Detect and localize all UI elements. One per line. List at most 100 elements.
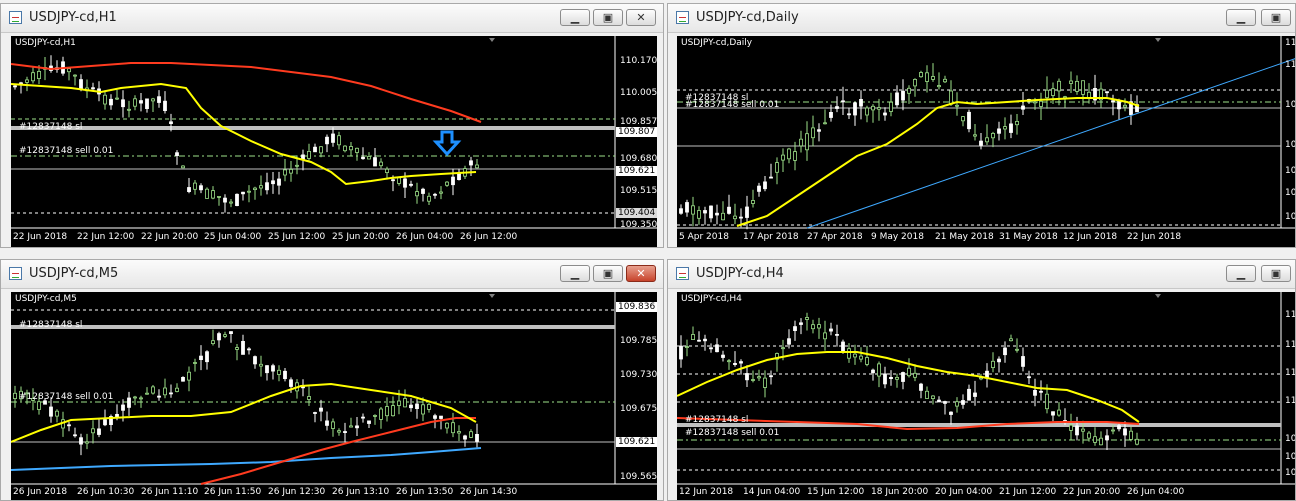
candle-body <box>871 369 875 374</box>
chart-window-h4[interactable]: USDJPY-cd,H4 ▁ ▣ USDJPY-cd,H4 #12837148 … <box>667 259 1296 501</box>
candle-body <box>1105 435 1109 441</box>
candle-body <box>259 363 263 367</box>
candle-body <box>211 340 215 345</box>
candle-body <box>67 424 71 427</box>
candle-body <box>853 102 857 116</box>
price-label: 10 <box>1285 434 1296 444</box>
price-chart[interactable]: USDJPY-cd,H4 #12837148 sl #12837148 sell… <box>677 292 1296 500</box>
window-title: USDJPY-cd,H4 <box>696 266 784 281</box>
candle-body <box>943 78 947 83</box>
candle-body <box>931 76 935 80</box>
price-label: 109.675 <box>620 404 657 414</box>
candle-body <box>853 353 857 358</box>
price-chart[interactable]: USDJPY-cd,Daily #12837148 sl #12837148 s… <box>677 36 1295 247</box>
candle-body <box>709 205 713 219</box>
close-button[interactable]: ✕ <box>626 9 656 26</box>
time-label: 18 Jun 20:00 <box>871 487 929 497</box>
time-label: 21 May 2018 <box>935 232 994 242</box>
maximize-button[interactable]: ▣ <box>1261 9 1291 26</box>
candle-body <box>1003 126 1007 130</box>
minimize-button[interactable]: ▁ <box>560 9 590 26</box>
candle-body <box>829 328 833 332</box>
order-sl-label: #12837148 sl <box>19 122 83 132</box>
candle-body <box>1129 430 1133 440</box>
order-sl-label: #12837148 sl <box>19 320 83 330</box>
candle-body <box>997 358 1001 363</box>
candle-body <box>403 398 407 408</box>
time-label: 22 Jun 2018 <box>13 232 68 242</box>
candle-body <box>445 422 449 429</box>
candle-body <box>997 128 1001 134</box>
candle-body <box>1111 100 1115 103</box>
candle-body <box>769 176 773 179</box>
chart-symbol-label: USDJPY-cd,M5 <box>15 294 77 304</box>
candle-body <box>799 322 803 325</box>
candle-body <box>259 185 263 189</box>
price-chart[interactable]: USDJPY-cd,M5 #12837148 sl #12837148 sell… <box>11 292 657 500</box>
price-chart[interactable]: USDJPY-cd,H1 #12837148 sl #12837148 sell… <box>11 36 657 247</box>
candle-body <box>313 412 317 414</box>
candle-body <box>961 400 965 405</box>
candle-body <box>859 99 863 107</box>
chart-window-h1[interactable]: USDJPY-cd,H1 ▁ ▣ ✕ USDJPY-cd,H1 #1283714… <box>0 3 664 248</box>
price-label: 109.857 <box>620 117 657 127</box>
candle-body <box>229 331 233 334</box>
candle-body <box>679 208 683 214</box>
candle-body <box>265 365 269 374</box>
candle-body <box>229 201 233 204</box>
maximize-button[interactable]: ▣ <box>593 265 623 282</box>
candle-body <box>823 332 827 340</box>
title-bar[interactable]: USDJPY-cd,M5 ▁ ▣ ✕ <box>1 260 663 289</box>
chart-window-m5[interactable]: USDJPY-cd,M5 ▁ ▣ ✕ USDJPY-cd,M5 #1283714… <box>0 259 664 501</box>
candle-body <box>379 161 383 167</box>
candle-body <box>847 113 851 116</box>
candle-body <box>397 400 401 406</box>
window-title: USDJPY-cd,Daily <box>696 10 799 25</box>
candle-body <box>409 183 413 186</box>
chart-canvas <box>11 36 657 229</box>
close-button[interactable]: ✕ <box>626 265 656 282</box>
time-label: 22 Jun 12:00 <box>77 232 135 242</box>
sl-price-tag: 109.807 <box>616 127 657 137</box>
candle-body <box>115 97 119 100</box>
candle-body <box>775 162 779 173</box>
candle-body <box>751 379 755 381</box>
candle-body <box>811 324 815 330</box>
candle-body <box>277 369 281 375</box>
time-label: 25 Jun 04:00 <box>204 232 262 242</box>
price-label: 109.680 <box>620 154 657 164</box>
candle-body <box>1015 121 1019 126</box>
title-bar[interactable]: USDJPY-cd,Daily ▁ ▣ <box>668 4 1295 33</box>
title-bar[interactable]: USDJPY-cd,H4 ▁ ▣ <box>668 260 1295 289</box>
candle-body <box>889 101 893 112</box>
candle-body <box>73 434 77 437</box>
maximize-button[interactable]: ▣ <box>593 9 623 26</box>
candle-body <box>763 181 767 190</box>
candle-body <box>883 112 887 116</box>
price-label: 109.515 <box>620 186 657 196</box>
candle-body <box>307 396 311 400</box>
candle-body <box>169 392 173 395</box>
candle-body <box>199 355 203 360</box>
candle-body <box>1045 89 1049 99</box>
candle-body <box>967 111 971 130</box>
candle-body <box>385 168 389 173</box>
minimize-button[interactable]: ▁ <box>1226 265 1256 282</box>
minimize-button[interactable]: ▁ <box>1226 9 1256 26</box>
candle-body <box>817 129 821 132</box>
title-bar[interactable]: USDJPY-cd,H1 ▁ ▣ ✕ <box>1 4 663 33</box>
candle-body <box>463 435 467 440</box>
candle-body <box>427 404 431 410</box>
candle-body <box>127 397 131 408</box>
candle-body <box>331 133 335 143</box>
candle-body <box>877 107 881 110</box>
minimize-button[interactable]: ▁ <box>560 265 590 282</box>
candle-body <box>931 395 935 399</box>
maximize-button[interactable]: ▣ <box>1261 265 1291 282</box>
chart-window-daily[interactable]: USDJPY-cd,Daily ▁ ▣ USDJPY-cd,Daily #128… <box>667 3 1296 248</box>
candle-body <box>883 373 887 385</box>
candle-body <box>85 441 89 444</box>
candle-body <box>697 339 701 342</box>
candle-body <box>181 165 185 169</box>
candle-body <box>367 156 371 160</box>
